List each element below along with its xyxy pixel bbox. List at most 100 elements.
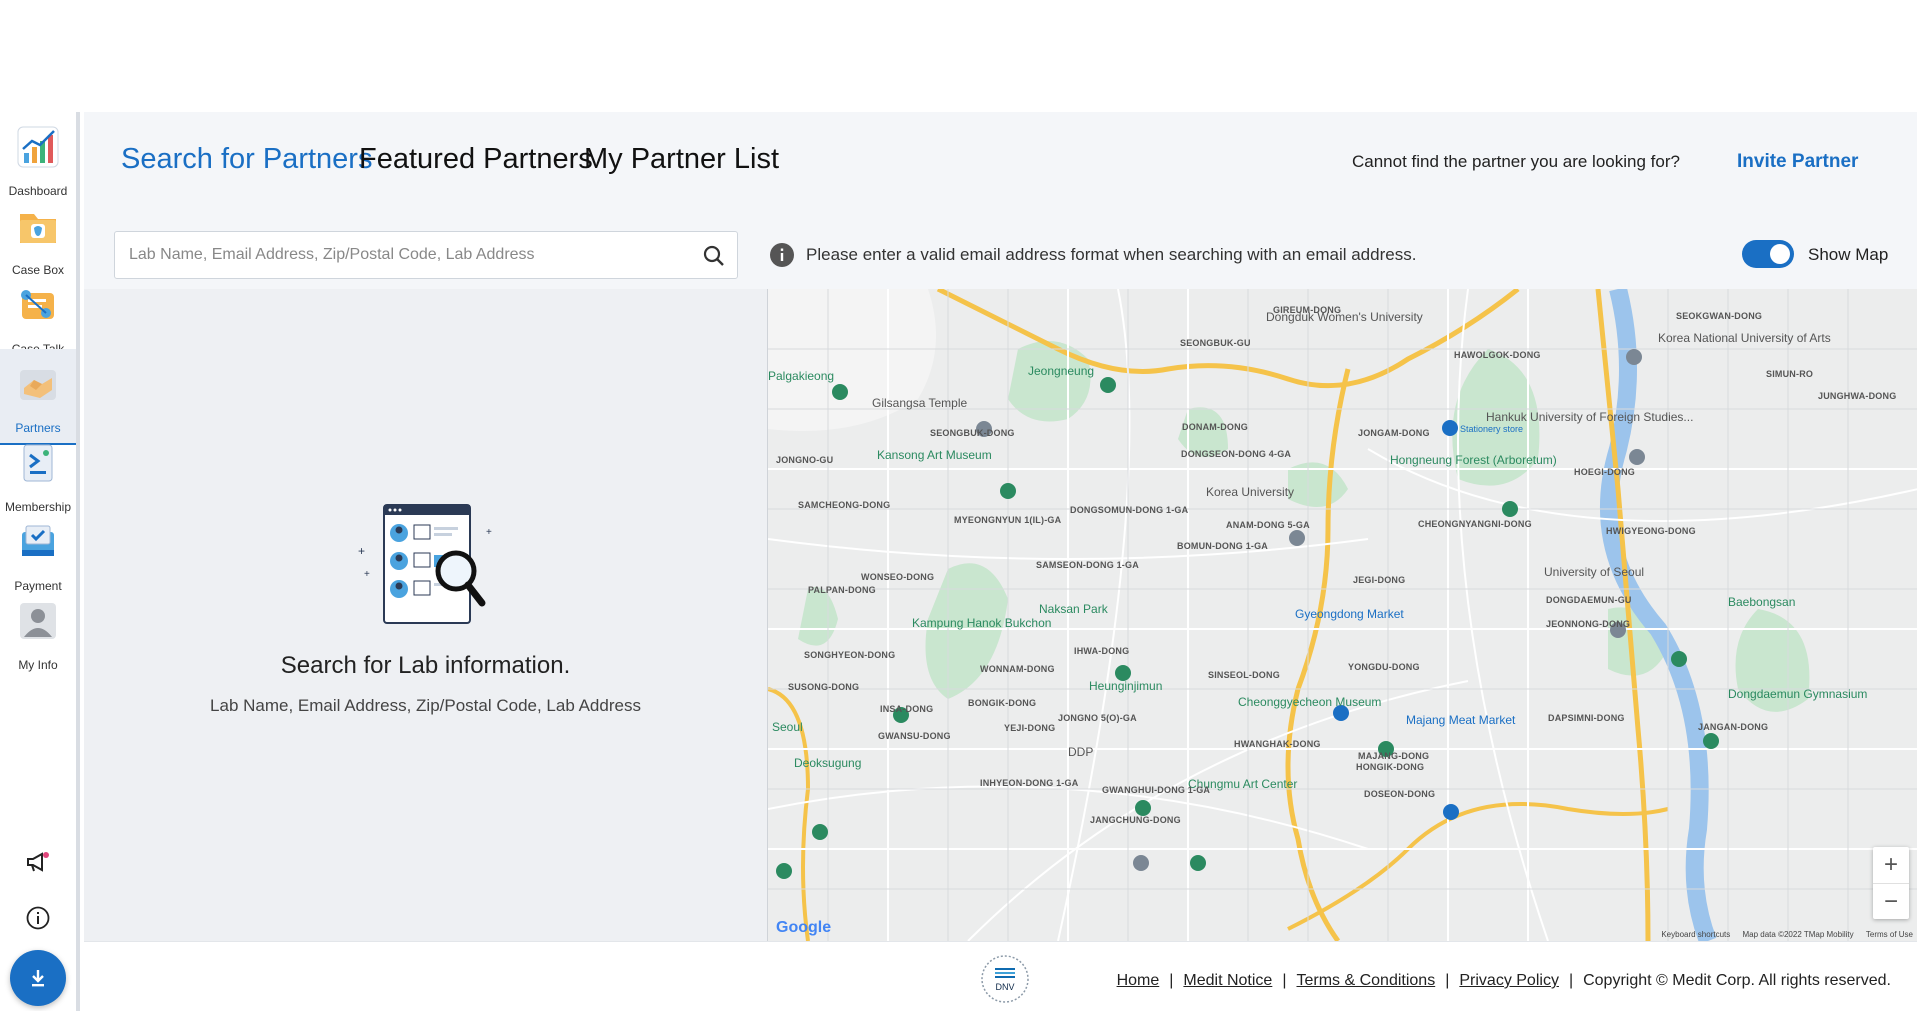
map-district: SUSONG-DONG bbox=[788, 682, 860, 692]
map-district: DONGSEON-DONG 4-GA bbox=[1181, 449, 1292, 459]
map-district: JANGAN-DONG bbox=[1698, 722, 1769, 732]
payment-icon bbox=[13, 517, 63, 567]
lab-search-illustration-icon: + + + bbox=[358, 504, 492, 624]
map-district: DONGDAEMUN-GU bbox=[1546, 595, 1632, 605]
footer-link-terms[interactable]: Terms & Conditions bbox=[1296, 972, 1435, 990]
sidebar: Dashboard Case Box Partners Membership P… bbox=[0, 112, 80, 1011]
map-place[interactable]: Korea University bbox=[1206, 485, 1294, 499]
download-icon bbox=[32, 970, 44, 987]
toggle-knob bbox=[1770, 244, 1790, 264]
map-place[interactable]: Seoul bbox=[772, 720, 803, 734]
google-logo: Google bbox=[776, 919, 832, 936]
dashboard-chart-icon bbox=[13, 122, 63, 172]
empty-state-subtitle: Lab Name, Email Address, Zip/Postal Code… bbox=[210, 696, 641, 715]
map-place[interactable]: Cheonggyecheon Museum bbox=[1238, 695, 1381, 709]
map-district: HOEGI-DONG bbox=[1574, 467, 1636, 477]
map-place[interactable]: Dongdaemun Gymnasium bbox=[1728, 687, 1867, 701]
map-place[interactable]: Baebongsan bbox=[1728, 595, 1795, 609]
map-district: MYEONGNYUN 1(IL)-GA bbox=[954, 515, 1062, 525]
search-icon[interactable] bbox=[701, 243, 727, 269]
invite-partner-link[interactable]: Invite Partner bbox=[1737, 151, 1858, 173]
footer-link-medit-notice[interactable]: Medit Notice bbox=[1183, 972, 1272, 990]
map-district: CHEONGNYANGNI-DONG bbox=[1418, 519, 1532, 529]
map-place[interactable]: Deoksugung bbox=[794, 756, 861, 770]
map-district: YEJI-DONG bbox=[1004, 723, 1056, 733]
map-district: SAMCHEONG-DONG bbox=[798, 500, 891, 510]
footer-link-home[interactable]: Home bbox=[1117, 972, 1160, 990]
map-district: SEONGBUK-GU bbox=[1180, 338, 1251, 348]
map-place[interactable]: Hankuk University of Foreign Studies... bbox=[1486, 410, 1693, 424]
map-district: SIMUN-RO bbox=[1766, 369, 1814, 379]
map-place[interactable]: DDP bbox=[1068, 745, 1093, 759]
map-place[interactable]: Hongneung Forest (Arboretum) bbox=[1390, 453, 1557, 467]
map-district: DOSEON-DONG bbox=[1364, 789, 1436, 799]
show-map-label: Show Map bbox=[1808, 245, 1889, 264]
map-district: YONGDU-DONG bbox=[1348, 662, 1420, 672]
map-place[interactable]: Gyeongdong Market bbox=[1295, 607, 1404, 621]
announcement-button[interactable] bbox=[22, 846, 54, 878]
map-place[interactable]: Palgakieong bbox=[768, 369, 834, 383]
map-district: INSA-DONG bbox=[880, 704, 934, 714]
sidebar-item-my-info[interactable]: My Info bbox=[0, 586, 76, 682]
case-talk-icon bbox=[13, 280, 63, 330]
megaphone-icon bbox=[27, 852, 49, 872]
map-district: JONGNO-GU bbox=[776, 455, 834, 465]
map-district: JEONNONG-DONG bbox=[1546, 619, 1631, 629]
footer-link-privacy[interactable]: Privacy Policy bbox=[1459, 972, 1559, 990]
info-circle-icon bbox=[770, 243, 794, 267]
map-district: SEOKGWAN-DONG bbox=[1676, 311, 1763, 321]
map-place[interactable]: Stationery store bbox=[1460, 424, 1523, 434]
zoom-in-button[interactable]: + bbox=[1873, 847, 1909, 883]
map-district: GWANGHUI-DONG 1-GA bbox=[1102, 785, 1211, 795]
map-district: BONGIK-DONG bbox=[968, 698, 1037, 708]
map-district: WONNAM-DONG bbox=[980, 664, 1055, 674]
map-district: SINSEOL-DONG bbox=[1208, 670, 1280, 680]
map-district: JANGCHUNG-DONG bbox=[1090, 815, 1181, 825]
map-district: DONAM-DONG bbox=[1182, 422, 1248, 432]
map-district: WONSEO-DONG bbox=[861, 572, 935, 582]
map-place[interactable]: Korea National University of Arts bbox=[1658, 331, 1831, 345]
svg-text:+: + bbox=[364, 569, 370, 580]
map-district: HWANGHAK-DONG bbox=[1234, 739, 1321, 749]
partner-tabs: Search for Partners Featured Partners My… bbox=[84, 112, 1917, 210]
map-district: MAJANG-DONG bbox=[1358, 751, 1430, 761]
map-district: INHYEON-DONG 1-GA bbox=[980, 778, 1079, 788]
map-place[interactable]: Gilsangsa Temple bbox=[872, 396, 967, 410]
download-button[interactable] bbox=[10, 950, 66, 1006]
info-icon bbox=[26, 906, 50, 930]
terms-of-use-link[interactable]: Terms of Use bbox=[1866, 930, 1913, 939]
tab-featured-partners[interactable]: Featured Partners bbox=[359, 143, 593, 176]
map-district: PALPAN-DONG bbox=[808, 585, 876, 595]
map-district: GIREUM-DONG bbox=[1273, 305, 1342, 315]
partners-handshake-icon bbox=[13, 359, 63, 409]
search-input[interactable] bbox=[129, 232, 689, 278]
info-button[interactable] bbox=[22, 902, 54, 934]
main-content: Search for Partners Featured Partners My… bbox=[84, 112, 1917, 941]
map-district: BOMUN-DONG 1-GA bbox=[1177, 541, 1268, 551]
partner-map[interactable]: Jeongneung Gilsangsa Temple Kansong Art … bbox=[767, 289, 1917, 941]
map-district: HONGIK-DONG bbox=[1356, 762, 1425, 772]
footer: DNV Home | Medit Notice | Terms & Condit… bbox=[84, 941, 1917, 1011]
zoom-out-button[interactable]: − bbox=[1873, 883, 1909, 919]
show-map-toggle[interactable] bbox=[1742, 240, 1794, 268]
map-place[interactable]: Jeongneung bbox=[1028, 364, 1094, 378]
map-district: SAMSEON-DONG 1-GA bbox=[1036, 560, 1139, 570]
footer-links: Home | Medit Notice | Terms & Conditions… bbox=[1116, 972, 1891, 990]
map-place[interactable]: Kansong Art Museum bbox=[877, 448, 992, 462]
keyboard-shortcuts-link[interactable]: Keyboard shortcuts bbox=[1661, 930, 1730, 939]
sidebar-item-label: My Info bbox=[18, 658, 58, 672]
map-place[interactable]: Heunginjimun bbox=[1089, 679, 1162, 693]
map-place[interactable]: University of Seoul bbox=[1544, 565, 1644, 579]
map-data-credit: Map data ©2022 TMap Mobility bbox=[1742, 930, 1854, 939]
email-format-hint: Please enter a valid email address forma… bbox=[806, 245, 1417, 264]
map-place[interactable]: Majang Meat Market bbox=[1406, 713, 1515, 727]
tab-my-partner-list[interactable]: My Partner List bbox=[584, 143, 779, 176]
tab-search-for-partners[interactable]: Search for Partners bbox=[121, 143, 372, 176]
membership-icon bbox=[13, 438, 63, 488]
map-district: IHWA-DONG bbox=[1074, 646, 1130, 656]
map-place[interactable]: Kampung Hanok Bukchon bbox=[912, 616, 1051, 630]
map-district: DONGSOMUN-DONG 1-GA bbox=[1070, 505, 1189, 515]
dnv-certification-logo-icon: DNV bbox=[981, 955, 1029, 1003]
map-place[interactable]: Naksan Park bbox=[1039, 602, 1108, 616]
app-root: Dashboard Case Box Partners Membership P… bbox=[0, 112, 1917, 1011]
